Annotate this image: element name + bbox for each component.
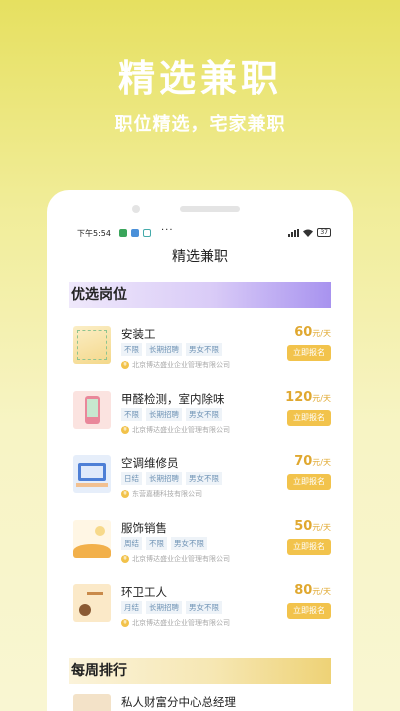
job-tags: 月结 长期招聘 男女不限 xyxy=(121,601,222,614)
apply-button[interactable]: 立即报名 xyxy=(287,409,331,426)
job-title: 服饰销售 xyxy=(121,520,167,535)
job-tag: 月结 xyxy=(121,601,142,614)
wifi-icon xyxy=(303,229,314,237)
speaker-slot xyxy=(180,206,240,212)
company-name: 北京博达盛业企业管理有限公司 xyxy=(132,554,230,563)
more-notifications-icon: ··· xyxy=(161,225,174,236)
company-name: 北京博达盛业企业管理有限公司 xyxy=(132,619,230,627)
job-tag: 长期招聘 xyxy=(146,407,182,421)
job-tags: 周结 不限 男女不限 xyxy=(121,536,207,550)
job-salary: 70元/天 xyxy=(294,454,331,469)
job-tag: 不限 xyxy=(146,536,167,550)
job-thumbnail xyxy=(73,519,111,558)
salary-value: 50 xyxy=(294,518,313,534)
company-icon: ¥ xyxy=(121,619,129,627)
apply-button[interactable]: 立即报名 xyxy=(287,474,331,490)
battery-icon: 37 xyxy=(317,228,331,237)
job-list: 安装工 不限 长期招聘 男女不限 ¥ 北京博达盛业企业管理有限公司 60元/天 立… xyxy=(71,318,331,641)
app-title: 精选兼职 xyxy=(172,249,228,265)
salary-unit: 元/天 xyxy=(312,587,331,596)
salary-value: 70 xyxy=(294,454,313,469)
job-tag: 男女不限 xyxy=(186,407,222,421)
app-screen: 下午5:54 ··· 37 精选兼职 优选岗位 安装工 不限 长期招聘 男女不限… xyxy=(61,222,339,711)
salary-value: 80 xyxy=(294,583,313,598)
apply-button[interactable]: 立即报名 xyxy=(287,345,331,361)
job-title: 环卫工人 xyxy=(121,585,167,599)
notification-icon xyxy=(143,229,151,237)
weekly-rank-item[interactable]: 私人财富分中心总经理 xyxy=(71,692,331,711)
hero-title: 精选兼职 xyxy=(118,57,282,100)
salary-value: 60 xyxy=(294,325,313,340)
job-tag: 男女不限 xyxy=(171,536,207,550)
job-tag: 男女不限 xyxy=(186,601,222,614)
job-tag: 不限 xyxy=(121,343,142,356)
job-item[interactable]: 空调维修员 日结 长期招聘 男女不限 ¥ 东营嘉穗科技有限公司 70元/天 立即报… xyxy=(71,447,331,512)
company-line: ¥ 北京博达盛业企业管理有限公司 xyxy=(121,425,230,435)
salary-unit: 元/天 xyxy=(312,393,331,403)
job-tag: 长期招聘 xyxy=(146,343,182,356)
phone-top-bezel xyxy=(47,190,353,218)
job-salary: 60元/天 xyxy=(294,325,331,340)
job-item[interactable]: 甲醛检测，室内除味 不限 长期招聘 男女不限 ¥ 北京博达盛业企业管理有限公司 1… xyxy=(71,383,331,448)
job-thumbnail xyxy=(73,694,111,711)
company-icon: ¥ xyxy=(121,554,129,563)
hero-subtitle: 职位精选，宅家兼职 xyxy=(114,114,286,135)
phone-frame: 下午5:54 ··· 37 精选兼职 优选岗位 安装工 不限 长期招聘 男女不限… xyxy=(47,190,353,711)
job-tag: 长期招聘 xyxy=(146,601,182,614)
salary-value: 120 xyxy=(285,389,313,405)
apply-button[interactable]: 立即报名 xyxy=(287,538,331,555)
job-salary: 80元/天 xyxy=(294,583,331,598)
job-tag: 男女不限 xyxy=(186,472,222,485)
company-name: 北京博达盛业企业管理有限公司 xyxy=(132,361,230,369)
notification-icon xyxy=(119,229,127,237)
job-thumbnail xyxy=(73,455,111,493)
company-icon: ¥ xyxy=(121,425,129,434)
featured-section-header: 优选岗位 xyxy=(69,282,331,308)
job-tag: 男女不限 xyxy=(186,343,222,356)
salary-unit: 元/天 xyxy=(312,458,331,467)
job-item[interactable]: 服饰销售 周结 不限 男女不限 ¥ 北京博达盛业企业管理有限公司 50元/天 立即… xyxy=(71,512,331,577)
job-tag: 日结 xyxy=(121,472,142,485)
job-title: 安装工 xyxy=(121,327,156,341)
job-item[interactable]: 安装工 不限 长期招聘 男女不限 ¥ 北京博达盛业企业管理有限公司 60元/天 立… xyxy=(71,318,331,383)
job-thumbnail xyxy=(73,390,111,429)
job-title: 私人财富分中心总经理 xyxy=(121,695,236,709)
job-tag: 周结 xyxy=(121,536,142,550)
status-bar: 下午5:54 ··· 37 xyxy=(77,225,331,242)
job-tag: 长期招聘 xyxy=(146,472,182,485)
salary-unit: 元/天 xyxy=(312,522,331,532)
job-title: 空调维修员 xyxy=(121,456,179,470)
company-line: ¥ 北京博达盛业企业管理有限公司 xyxy=(121,554,230,564)
job-title: 甲醛检测，室内除味 xyxy=(121,391,225,406)
job-tags: 不限 长期招聘 男女不限 xyxy=(121,343,222,356)
notification-icon xyxy=(131,229,139,237)
company-icon: ¥ xyxy=(121,361,129,369)
company-name: 北京博达盛业企业管理有限公司 xyxy=(132,425,230,434)
camera-dot xyxy=(132,205,140,213)
job-salary: 120元/天 xyxy=(285,390,331,405)
weekly-section-header: 每周排行 xyxy=(69,658,331,684)
company-icon: ¥ xyxy=(121,490,129,498)
company-line: ¥ 东营嘉穗科技有限公司 xyxy=(121,489,202,499)
job-thumbnail xyxy=(73,326,111,364)
job-tags: 日结 长期招聘 男女不限 xyxy=(121,472,222,485)
job-tags: 不限 长期招聘 男女不限 xyxy=(121,407,222,421)
job-thumbnail xyxy=(73,584,111,622)
company-line: ¥ 北京博达盛业企业管理有限公司 xyxy=(121,360,230,370)
status-time: 下午5:54 xyxy=(77,229,111,238)
company-line: ¥ 北京博达盛业企业管理有限公司 xyxy=(121,618,230,628)
job-item[interactable]: 环卫工人 月结 长期招聘 男女不限 ¥ 北京博达盛业企业管理有限公司 80元/天 … xyxy=(71,576,331,641)
salary-unit: 元/天 xyxy=(312,329,331,338)
apply-button[interactable]: 立即报名 xyxy=(287,603,331,619)
job-tag: 不限 xyxy=(121,407,142,421)
job-salary: 50元/天 xyxy=(294,519,331,534)
signal-icon xyxy=(288,228,300,237)
company-name: 东营嘉穗科技有限公司 xyxy=(132,490,202,498)
